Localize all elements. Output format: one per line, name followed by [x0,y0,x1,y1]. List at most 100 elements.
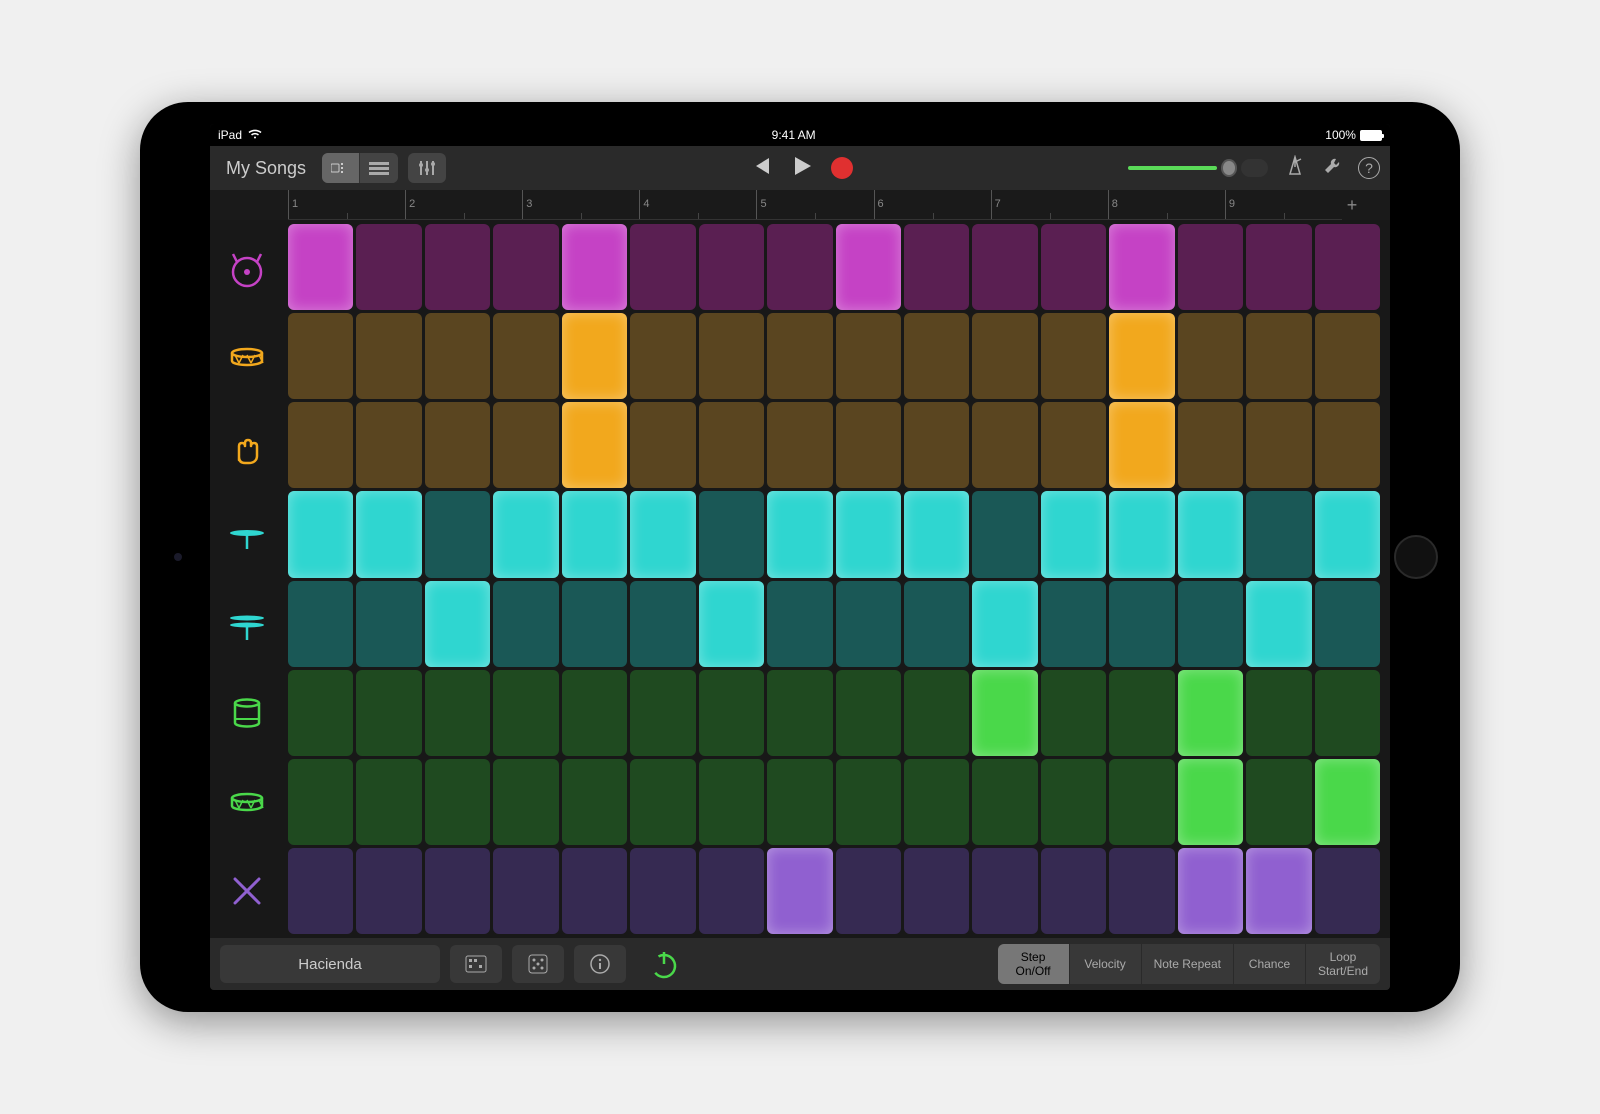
step-cell[interactable] [356,491,421,577]
step-cell[interactable] [356,402,421,488]
step-cell[interactable] [1041,224,1106,310]
step-cell[interactable] [1315,670,1380,756]
tom-icon[interactable] [214,669,280,756]
step-cell[interactable] [972,670,1037,756]
step-cell[interactable] [699,670,764,756]
step-cell[interactable] [972,848,1037,934]
step-cell[interactable] [1109,224,1174,310]
step-cell[interactable] [1246,848,1311,934]
step-cell[interactable] [904,848,969,934]
step-cell[interactable] [425,670,490,756]
step-cell[interactable] [356,848,421,934]
step-cell[interactable] [904,759,969,845]
step-cell[interactable] [1109,848,1174,934]
step-cell[interactable] [356,224,421,310]
step-cell[interactable] [493,491,558,577]
step-cell[interactable] [836,224,901,310]
view-tracks-button[interactable] [360,153,398,183]
step-cell[interactable] [1178,224,1243,310]
step-cell[interactable] [904,402,969,488]
step-cell[interactable] [630,402,695,488]
step-cell[interactable] [1178,581,1243,667]
clap-icon[interactable] [214,402,280,489]
step-cell[interactable] [1041,491,1106,577]
step-cell[interactable] [1315,402,1380,488]
snare-alt-icon[interactable] [214,758,280,845]
step-cell[interactable] [836,670,901,756]
step-cell[interactable] [1315,759,1380,845]
step-cell[interactable] [1178,491,1243,577]
volume-slider[interactable] [1128,159,1268,177]
step-cell[interactable] [562,670,627,756]
step-cell[interactable] [1246,491,1311,577]
step-cell[interactable] [767,491,832,577]
ruler-bar[interactable]: 3 [522,190,639,219]
mode-tab[interactable]: Loop Start/End [1306,944,1380,985]
ruler-bar[interactable]: 8 [1108,190,1225,219]
add-bar-button[interactable]: + [1342,190,1362,220]
step-cell[interactable] [493,224,558,310]
step-cell[interactable] [630,759,695,845]
play-button[interactable] [789,153,815,184]
step-cell[interactable] [1041,402,1106,488]
step-cell[interactable] [630,670,695,756]
settings-button[interactable] [1322,156,1342,181]
step-cell[interactable] [1109,313,1174,399]
step-cell[interactable] [1041,759,1106,845]
ruler-bar[interactable]: 9 [1225,190,1342,219]
step-cell[interactable] [562,402,627,488]
prev-button[interactable] [747,153,773,184]
step-cell[interactable] [288,402,353,488]
mode-tab[interactable]: Step On/Off [998,944,1070,985]
step-cell[interactable] [767,313,832,399]
step-cell[interactable] [972,491,1037,577]
step-cell[interactable] [1109,670,1174,756]
my-songs-button[interactable]: My Songs [220,158,312,179]
info-button[interactable] [574,945,626,983]
step-cell[interactable] [836,581,901,667]
step-cell[interactable] [356,670,421,756]
step-cell[interactable] [699,402,764,488]
step-cell[interactable] [1315,848,1380,934]
step-cell[interactable] [288,491,353,577]
home-button[interactable] [1394,535,1438,579]
power-button[interactable] [636,944,691,984]
step-cell[interactable] [904,581,969,667]
step-cell[interactable] [562,491,627,577]
step-cell[interactable] [767,670,832,756]
preset-button[interactable]: Hacienda [220,945,440,983]
step-cell[interactable] [972,224,1037,310]
step-cell[interactable] [356,759,421,845]
step-cell[interactable] [493,670,558,756]
step-cell[interactable] [904,670,969,756]
step-cell[interactable] [904,224,969,310]
step-cell[interactable] [699,848,764,934]
step-cell[interactable] [699,581,764,667]
step-cell[interactable] [493,848,558,934]
step-cell[interactable] [1178,402,1243,488]
step-cell[interactable] [972,313,1037,399]
step-cell[interactable] [972,759,1037,845]
ruler-bar[interactable]: 7 [991,190,1108,219]
step-cell[interactable] [1315,491,1380,577]
ruler-bar[interactable]: 5 [756,190,873,219]
step-cell[interactable] [630,491,695,577]
step-cell[interactable] [767,224,832,310]
step-cell[interactable] [836,848,901,934]
step-cell[interactable] [425,759,490,845]
step-cell[interactable] [836,759,901,845]
step-cell[interactable] [972,581,1037,667]
step-cell[interactable] [630,224,695,310]
step-cell[interactable] [425,313,490,399]
ruler-bar[interactable]: 4 [639,190,756,219]
step-cell[interactable] [1315,313,1380,399]
step-cell[interactable] [904,491,969,577]
step-cell[interactable] [1109,402,1174,488]
mode-tab[interactable]: Chance [1234,944,1306,985]
step-cell[interactable] [1246,224,1311,310]
mode-tab[interactable]: Note Repeat [1142,944,1234,985]
step-cell[interactable] [288,670,353,756]
ruler-bar[interactable]: 6 [874,190,991,219]
step-cell[interactable] [562,759,627,845]
step-cell[interactable] [1178,759,1243,845]
